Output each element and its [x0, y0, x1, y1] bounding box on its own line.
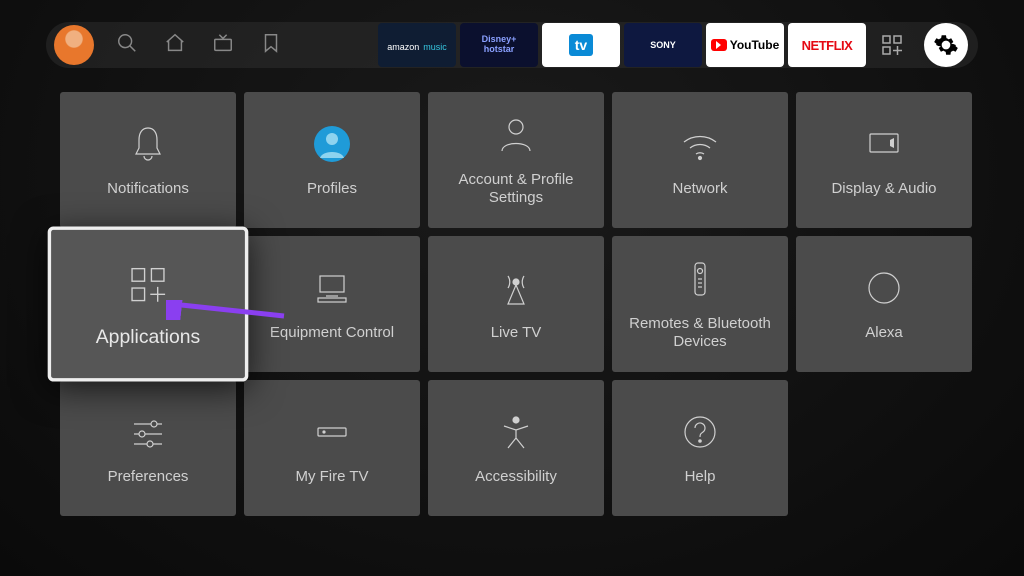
tile-account-profile-settings[interactable]: Account & Profile Settings — [428, 92, 604, 228]
app-hotstar-label2: hotstar — [482, 45, 517, 55]
tile-label: Alexa — [853, 324, 915, 342]
tile-applications[interactable]: Applications — [48, 226, 249, 381]
home-icon[interactable] — [164, 32, 186, 59]
app-amazon-music-label1: amazon — [387, 42, 419, 52]
tile-live-tv[interactable]: Live TV — [428, 236, 604, 372]
tile-label: Applications — [82, 325, 214, 348]
app-netflix[interactable]: NETFLIX — [788, 23, 866, 67]
tile-label: Preferences — [96, 468, 201, 486]
app-disney-hotstar[interactable]: Disney+ hotstar — [460, 23, 538, 67]
apps-row: amazon music Disney+ hotstar tv SONY You… — [378, 23, 968, 67]
bell-icon — [126, 122, 170, 166]
gear-icon — [933, 32, 959, 58]
profile-icon — [310, 122, 354, 166]
help-icon — [678, 410, 722, 454]
app-amazon-music-label2: music — [423, 42, 447, 52]
tile-label: Network — [660, 180, 739, 198]
sliders-icon — [126, 410, 170, 454]
wifi-icon — [678, 122, 722, 166]
app-sony[interactable]: SONY — [624, 23, 702, 67]
tile-label: Notifications — [95, 180, 201, 198]
profile-avatar[interactable] — [54, 25, 94, 65]
tile-label: Live TV — [479, 324, 554, 342]
tile-label: Equipment Control — [258, 324, 406, 342]
equipment-icon — [310, 266, 354, 310]
tile-label: Accessibility — [463, 468, 569, 486]
tile-equipment-control[interactable]: Equipment Control — [244, 236, 420, 372]
apps-grid-shortcut[interactable] — [870, 23, 914, 67]
search-icon[interactable] — [116, 32, 138, 59]
remote-icon — [678, 257, 722, 301]
live-icon[interactable] — [212, 32, 234, 59]
tile-label: Help — [673, 468, 728, 486]
tile-label: Display & Audio — [819, 180, 948, 198]
app-sonyliv-label: tv — [569, 34, 593, 56]
settings-button[interactable] — [924, 23, 968, 67]
tile-my-fire-tv[interactable]: My Fire TV — [244, 380, 420, 516]
person-icon — [494, 113, 538, 157]
firetv-box-icon — [310, 410, 354, 454]
app-amazon-music[interactable]: amazon music — [378, 23, 456, 67]
tile-remotes-bluetooth[interactable]: Remotes & Bluetooth Devices — [612, 236, 788, 372]
tile-help[interactable]: Help — [612, 380, 788, 516]
tile-label: Profiles — [295, 180, 369, 198]
tile-display-audio[interactable]: Display & Audio — [796, 92, 972, 228]
app-youtube[interactable]: YouTube — [706, 23, 784, 67]
accessibility-icon — [494, 410, 538, 454]
bookmark-icon[interactable] — [260, 32, 282, 59]
tile-label: My Fire TV — [283, 468, 380, 486]
tile-accessibility[interactable]: Accessibility — [428, 380, 604, 516]
app-youtube-label: YouTube — [730, 38, 780, 52]
display-audio-icon — [862, 122, 906, 166]
tile-network[interactable]: Network — [612, 92, 788, 228]
tile-profiles[interactable]: Profiles — [244, 92, 420, 228]
app-sony-liv-tv[interactable]: tv — [542, 23, 620, 67]
tile-notifications[interactable]: Notifications — [60, 92, 236, 228]
nav-icons-group — [116, 32, 282, 59]
tile-label: Remotes & Bluetooth Devices — [612, 315, 788, 351]
apps-icon — [123, 259, 173, 309]
settings-grid: Notifications Profiles Account & Profile… — [60, 92, 964, 516]
youtube-play-icon — [711, 39, 727, 51]
tile-preferences[interactable]: Preferences — [60, 380, 236, 516]
tile-alexa[interactable]: Alexa — [796, 236, 972, 372]
app-netflix-label: NETFLIX — [802, 38, 853, 53]
antenna-icon — [494, 266, 538, 310]
app-sony-label: SONY — [650, 40, 676, 50]
alexa-icon — [862, 266, 906, 310]
top-navigation-bar: amazon music Disney+ hotstar tv SONY You… — [46, 22, 978, 68]
tile-label: Account & Profile Settings — [428, 171, 604, 207]
